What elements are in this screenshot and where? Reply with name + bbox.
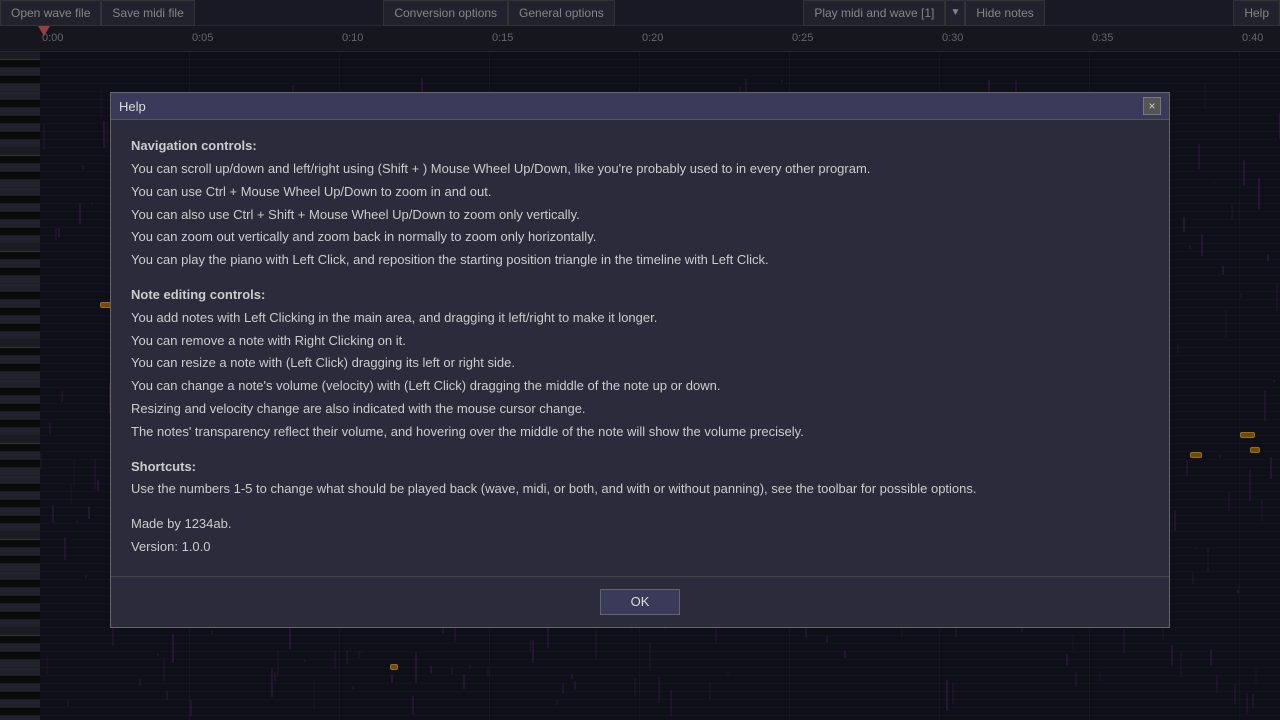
nav-line-5: You can play the piano with Left Click, … bbox=[131, 250, 1149, 271]
dialog-title: Help bbox=[119, 99, 146, 114]
note-line-2: You can remove a note with Right Clickin… bbox=[131, 331, 1149, 352]
note-line-3: You can resize a note with (Left Click) … bbox=[131, 353, 1149, 374]
nav-line-2: You can use Ctrl + Mouse Wheel Up/Down t… bbox=[131, 182, 1149, 203]
shortcuts-line-1: Use the numbers 1-5 to change what shoul… bbox=[131, 479, 1149, 500]
note-line-4: You can change a note's volume (velocity… bbox=[131, 376, 1149, 397]
note-line-1: You add notes with Left Clicking in the … bbox=[131, 308, 1149, 329]
made-by: Made by 1234ab. bbox=[131, 514, 1149, 535]
dialog-footer: OK bbox=[111, 576, 1169, 627]
shortcuts-header: Shortcuts: bbox=[131, 457, 1149, 478]
dialog-titlebar: Help × bbox=[111, 93, 1169, 120]
note-line-6: The notes' transparency reflect their vo… bbox=[131, 422, 1149, 443]
version: Version: 1.0.0 bbox=[131, 537, 1149, 558]
dialog-content: Navigation controls: You can scroll up/d… bbox=[111, 120, 1169, 576]
note-header: Note editing controls: bbox=[131, 285, 1149, 306]
nav-line-3: You can also use Ctrl + Shift + Mouse Wh… bbox=[131, 205, 1149, 226]
note-line-5: Resizing and velocity change are also in… bbox=[131, 399, 1149, 420]
nav-line-1: You can scroll up/down and left/right us… bbox=[131, 159, 1149, 180]
nav-header: Navigation controls: bbox=[131, 136, 1149, 157]
nav-line-4: You can zoom out vertically and zoom bac… bbox=[131, 227, 1149, 248]
dialog-overlay: Help × Navigation controls: You can scro… bbox=[0, 0, 1280, 720]
dialog-close-button[interactable]: × bbox=[1143, 97, 1161, 115]
ok-button[interactable]: OK bbox=[600, 589, 680, 615]
help-dialog: Help × Navigation controls: You can scro… bbox=[110, 92, 1170, 628]
